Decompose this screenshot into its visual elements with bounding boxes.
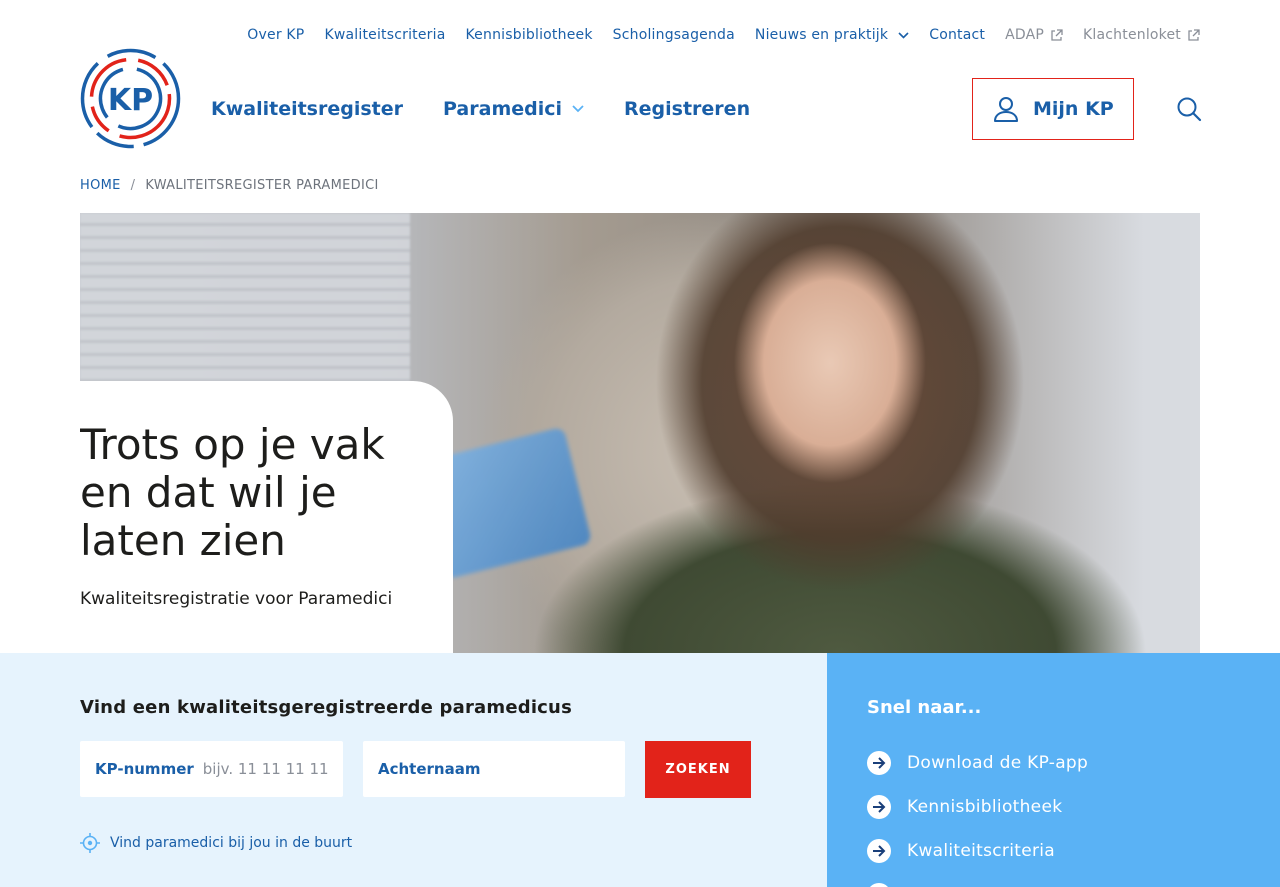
- arrow-right-icon: [867, 839, 891, 863]
- topnav-kwaliteitscriteria[interactable]: Kwaliteitscriteria: [324, 27, 445, 43]
- search-button[interactable]: [1176, 96, 1202, 122]
- quick-link-kwaliteitscriteria[interactable]: Kwaliteitscriteria: [907, 841, 1055, 861]
- last-name-label: Achternaam: [378, 760, 481, 778]
- kp-number-label: KP-nummer: [95, 760, 194, 778]
- chevron-down-icon: [572, 105, 584, 113]
- breadcrumb-home[interactable]: HOME: [80, 178, 121, 193]
- user-icon: [994, 97, 1018, 122]
- topnav-adap-label: ADAP: [1005, 27, 1045, 43]
- topnav-adap[interactable]: ADAP: [1005, 27, 1063, 43]
- kp-number-field[interactable]: KP-nummer: [80, 741, 343, 797]
- hero: Trots op je vak en dat wil je laten zien…: [80, 213, 1200, 653]
- mijn-kp-button[interactable]: Mijn KP: [972, 78, 1134, 140]
- last-name-input[interactable]: [489, 760, 620, 778]
- logo-text: KP: [108, 83, 153, 118]
- mijn-kp-label: Mijn KP: [1033, 98, 1114, 120]
- quick-link-kp-app[interactable]: Download de KP-app: [907, 753, 1088, 773]
- breadcrumb: HOME / KWALITEITSREGISTER PARAMEDICI: [80, 178, 379, 193]
- topnav-over-kp[interactable]: Over KP: [247, 27, 304, 43]
- topnav-kennisbibliotheek[interactable]: Kennisbibliotheek: [466, 27, 593, 43]
- kp-logo[interactable]: KP: [80, 48, 181, 149]
- location-target-icon: [80, 833, 100, 853]
- mainnav-paramedici-label: Paramedici: [443, 98, 563, 120]
- quick-links-list: Download de KP-app Kennisbibliotheek Kwa…: [867, 751, 1088, 887]
- breadcrumb-current: KWALITEITSREGISTER PARAMEDICI: [145, 178, 379, 193]
- quick-link-item-partial: [867, 883, 1088, 887]
- quick-links-title: Snel naar...: [867, 697, 982, 718]
- arrow-right-icon: [867, 751, 891, 775]
- search-submit-button[interactable]: ZOEKEN: [645, 741, 751, 798]
- topnav-contact[interactable]: Contact: [929, 27, 985, 43]
- breadcrumb-separator: /: [130, 178, 136, 193]
- quick-link-item: Kennisbibliotheek: [867, 795, 1088, 819]
- quick-link-kennisbibliotheek[interactable]: Kennisbibliotheek: [907, 797, 1062, 817]
- arrow-right-icon: [867, 795, 891, 819]
- external-link-icon: [1188, 28, 1200, 41]
- topnav-klachtenloket[interactable]: Klachtenloket: [1083, 27, 1200, 43]
- quick-links-section: Snel naar... Download de KP-app Kennisbi…: [827, 653, 1280, 887]
- search-icon: [1177, 97, 1202, 122]
- quick-link-item: Download de KP-app: [867, 751, 1088, 775]
- hero-title: Trots op je vak en dat wil je laten zien: [80, 420, 385, 565]
- last-name-field[interactable]: Achternaam: [363, 741, 625, 797]
- main-nav: Kwaliteitsregister Paramedici Registrere…: [211, 98, 790, 120]
- hero-photo-background: [80, 213, 410, 383]
- mainnav-kwaliteitsregister[interactable]: Kwaliteitsregister: [211, 98, 403, 120]
- find-paramedic-section: Vind een kwaliteitsgeregistreerde parame…: [0, 653, 827, 887]
- topnav-nieuws-en-praktijk[interactable]: Nieuws en praktijk: [755, 27, 909, 43]
- topnav-scholingsagenda[interactable]: Scholingsagenda: [613, 27, 735, 43]
- kp-logo-mark: KP: [80, 48, 181, 149]
- utility-nav: Over KP Kwaliteitscriteria Kennisbibliot…: [227, 24, 1200, 46]
- mainnav-paramedici[interactable]: Paramedici: [443, 98, 584, 120]
- find-paramedic-title: Vind een kwaliteitsgeregistreerde parame…: [80, 697, 572, 718]
- chevron-down-icon: [898, 31, 909, 39]
- external-link-icon: [1051, 28, 1063, 41]
- hero-text-card: Trots op je vak en dat wil je laten zien…: [80, 381, 453, 653]
- topnav-nieuws-label: Nieuws en praktijk: [754, 27, 889, 43]
- nearby-paramedics-label: Vind paramedici bij jou in de buurt: [110, 835, 353, 851]
- quick-link-item: Kwaliteitscriteria: [867, 839, 1088, 863]
- topnav-klachtenloket-label: Klachtenloket: [1083, 27, 1181, 43]
- kp-number-input[interactable]: [202, 760, 333, 778]
- nearby-paramedics-link[interactable]: Vind paramedici bij jou in de buurt: [80, 833, 352, 853]
- mainnav-registreren[interactable]: Registreren: [624, 98, 750, 120]
- arrow-right-icon: [867, 883, 891, 887]
- hero-subtitle: Kwaliteitsregistratie voor Paramedici: [80, 589, 393, 609]
